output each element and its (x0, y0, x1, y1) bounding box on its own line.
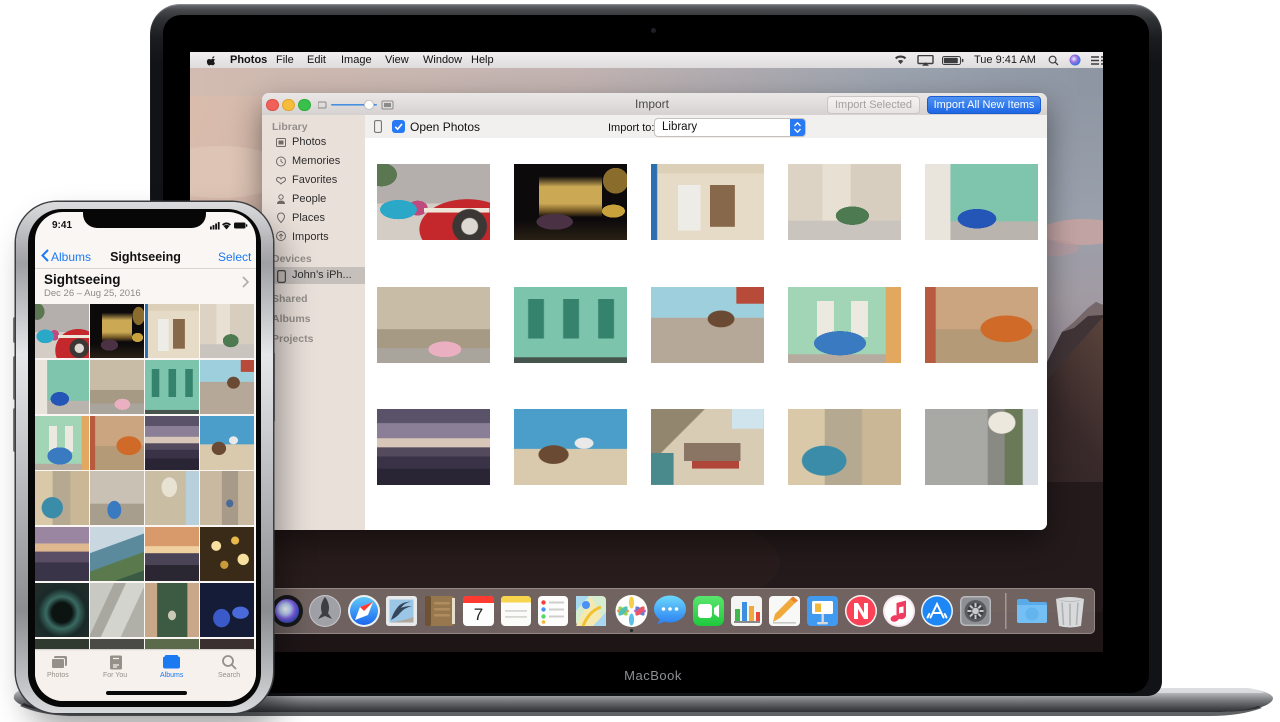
svg-text:7: 7 (474, 605, 483, 624)
